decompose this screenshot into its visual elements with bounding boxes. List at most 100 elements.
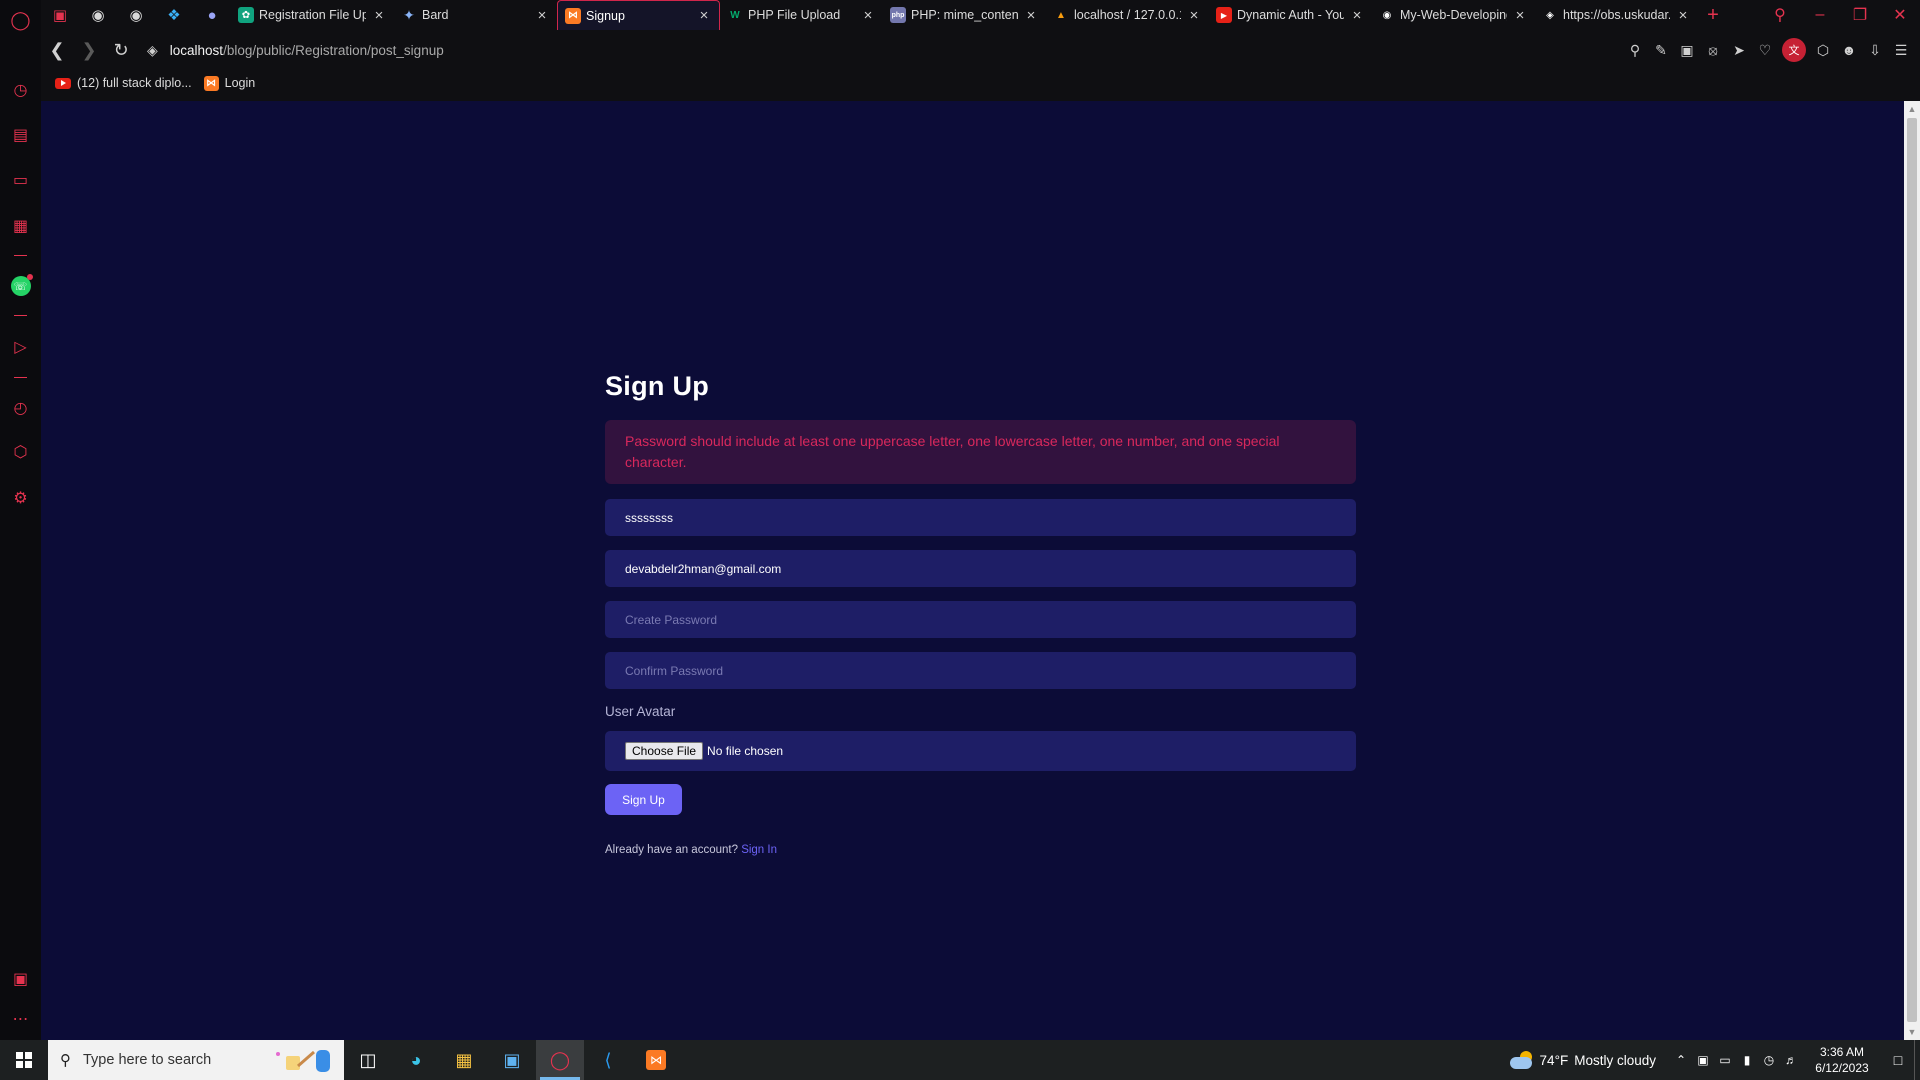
edit-icon[interactable]: ✎ (1648, 36, 1674, 64)
close-icon[interactable]: × (697, 7, 711, 24)
display-icon[interactable]: ▭ (1714, 1053, 1736, 1067)
scroll-up-arrow-icon[interactable]: ▲ (1904, 101, 1920, 117)
more-icon[interactable]: ⋯ (0, 1005, 41, 1033)
store-icon[interactable]: ▣ (488, 1040, 536, 1080)
xampp-icon[interactable]: ⋈ (632, 1040, 680, 1080)
taskbar-search[interactable]: ⚲ Type here to search (48, 1040, 344, 1080)
clock-date: 6/12/2023 (1815, 1061, 1869, 1075)
profile-icon[interactable]: ☻ (1836, 36, 1862, 64)
scroll-down-arrow-icon[interactable]: ▼ (1904, 1024, 1920, 1040)
weather-widget[interactable]: 74°F Mostly cloudy (1509, 1051, 1656, 1069)
email-field[interactable] (605, 550, 1356, 587)
close-icon[interactable]: × (1676, 7, 1690, 24)
name-field[interactable] (605, 499, 1356, 536)
forward-button[interactable]: ❯ (73, 36, 105, 64)
signup-button[interactable]: Sign Up (605, 784, 682, 815)
opera-logo-icon[interactable]: ◯ (0, 6, 41, 34)
email-input[interactable] (625, 561, 1336, 576)
clock[interactable]: 3:36 AM 6/12/2023 (1802, 1044, 1882, 1076)
reload-button[interactable]: ↻ (105, 36, 137, 64)
page-scrollbar[interactable]: ▲ ▼ (1904, 101, 1920, 1040)
tab-bard[interactable]: ✦ Bard × (394, 0, 557, 30)
whatsapp-icon[interactable]: ☏ (0, 272, 41, 300)
send-icon[interactable]: ➤ (1726, 36, 1752, 64)
chatgpt-icon: ✿ (238, 7, 254, 23)
tab-phpmyadmin[interactable]: ▲ localhost / 127.0.0.1 × (1046, 0, 1209, 30)
wifi-icon[interactable]: ◷ (1758, 1053, 1780, 1067)
site-info-icon[interactable]: ◈ (147, 42, 158, 59)
avatar-file-field[interactable]: Choose File No file chosen (605, 731, 1356, 771)
start-button[interactable] (0, 1040, 48, 1080)
confirm-password-input[interactable] (625, 663, 1336, 678)
vscode-icon[interactable]: ⟨ (584, 1040, 632, 1080)
back-button[interactable]: ❮ (41, 36, 73, 64)
chevron-up-icon[interactable]: ⌃ (1670, 1053, 1692, 1067)
download-icon[interactable]: ⇩ (1862, 36, 1888, 64)
bookmark-youtube[interactable]: (12) full stack diplo... (55, 76, 192, 90)
close-icon[interactable]: × (1513, 7, 1527, 24)
adblock-icon[interactable]: ⦻ (1700, 36, 1726, 64)
scrollbar-thumb[interactable] (1907, 118, 1917, 1022)
show-desktop-button[interactable] (1914, 1040, 1920, 1080)
zoom-icon[interactable]: ⚲ (1622, 36, 1648, 64)
history-icon[interactable]: ◴ (0, 394, 41, 422)
tab-title: https://obs.uskudar.e (1563, 8, 1670, 22)
menu-icon[interactable]: ☰ (1888, 36, 1914, 64)
meet-icon[interactable]: ▣ (1692, 1053, 1714, 1067)
speed-dial-icon[interactable]: ◷ (0, 76, 41, 104)
github-icon[interactable]: ◉ (79, 0, 117, 30)
bookmark-login[interactable]: ⋈ Login (203, 75, 255, 91)
extensions-icon[interactable]: ⬡ (0, 438, 41, 466)
tab-php-mime[interactable]: php PHP: mime_content_ × (883, 0, 1046, 30)
restore-button[interactable]: ❐ (1840, 0, 1880, 30)
snapshot-icon[interactable]: ▣ (1674, 36, 1700, 64)
opera-gx-icon[interactable]: ◯ (536, 1040, 584, 1080)
bing-icon[interactable]: ❖ (155, 0, 193, 30)
player-icon[interactable]: ▷ (0, 333, 41, 361)
apps-icon[interactable]: ▦ (0, 212, 41, 240)
edge-icon[interactable]: ◕ (392, 1040, 440, 1080)
close-icon[interactable]: × (372, 7, 386, 24)
close-icon[interactable]: × (1187, 7, 1201, 24)
tab-my-web-developing[interactable]: ◉ My-Web-Developing × (1372, 0, 1535, 30)
file-explorer-icon[interactable]: ▦ (440, 1040, 488, 1080)
minimize-button[interactable]: – (1800, 0, 1840, 30)
name-input[interactable] (625, 510, 1336, 525)
close-icon[interactable]: × (861, 7, 875, 24)
close-window-button[interactable]: ✕ (1880, 0, 1920, 30)
confirm-password-field[interactable] (605, 652, 1356, 689)
battery-icon[interactable]: ▮ (1736, 1053, 1758, 1067)
password-field[interactable] (605, 601, 1356, 638)
tab-dynamic-auth[interactable]: ▶ Dynamic Auth - You × (1209, 0, 1372, 30)
github-icon[interactable]: ◉ (117, 0, 155, 30)
close-icon[interactable]: × (1024, 7, 1038, 24)
url-field[interactable]: ◈ localhost/blog/public/Registration/pos… (147, 42, 444, 59)
windows-taskbar: ⚲ Type here to search ◫ ◕ ▦ ▣ ◯ ⟨ ⋈ 74°F… (0, 1040, 1920, 1080)
gallery-icon[interactable]: ▣ (0, 965, 41, 993)
tab-title: Bard (422, 8, 449, 22)
tab-registration-file-upload[interactable]: ✿ Registration File Up × (231, 0, 394, 30)
discord-icon[interactable]: ● (193, 0, 231, 30)
shopping-icon[interactable]: ▤ (0, 121, 41, 149)
tab-php-file-upload[interactable]: W PHP File Upload × (720, 0, 883, 30)
heart-icon[interactable]: ♡ (1752, 36, 1778, 64)
search-tabs-icon[interactable]: ⚲ (1760, 0, 1800, 30)
signin-link[interactable]: Sign In (741, 844, 777, 856)
bard-icon: ✦ (403, 6, 415, 23)
notification-icon[interactable]: □ (1882, 1052, 1914, 1068)
choose-file-button[interactable]: Choose File (625, 742, 704, 760)
extensions-icon[interactable]: ⬡ (1810, 36, 1836, 64)
translate-extension-icon[interactable]: 文 (1782, 38, 1806, 62)
tab-signup[interactable]: ⋈ Signup × (557, 0, 720, 30)
password-input[interactable] (625, 612, 1336, 627)
gamepad-icon[interactable]: ▣ (41, 0, 79, 30)
settings-icon[interactable]: ⚙ (0, 484, 41, 512)
tab-title: Registration File Up (259, 8, 366, 22)
task-view-icon[interactable]: ◫ (344, 1040, 392, 1080)
close-icon[interactable]: × (535, 7, 549, 24)
twitch-icon[interactable]: ▭ (0, 166, 41, 194)
close-icon[interactable]: × (1350, 7, 1364, 24)
volume-icon[interactable]: ♬ (1780, 1053, 1802, 1067)
tab-obs-uskudar[interactable]: ◈ https://obs.uskudar.e × (1535, 0, 1698, 30)
new-tab-button[interactable]: + (1698, 0, 1728, 30)
